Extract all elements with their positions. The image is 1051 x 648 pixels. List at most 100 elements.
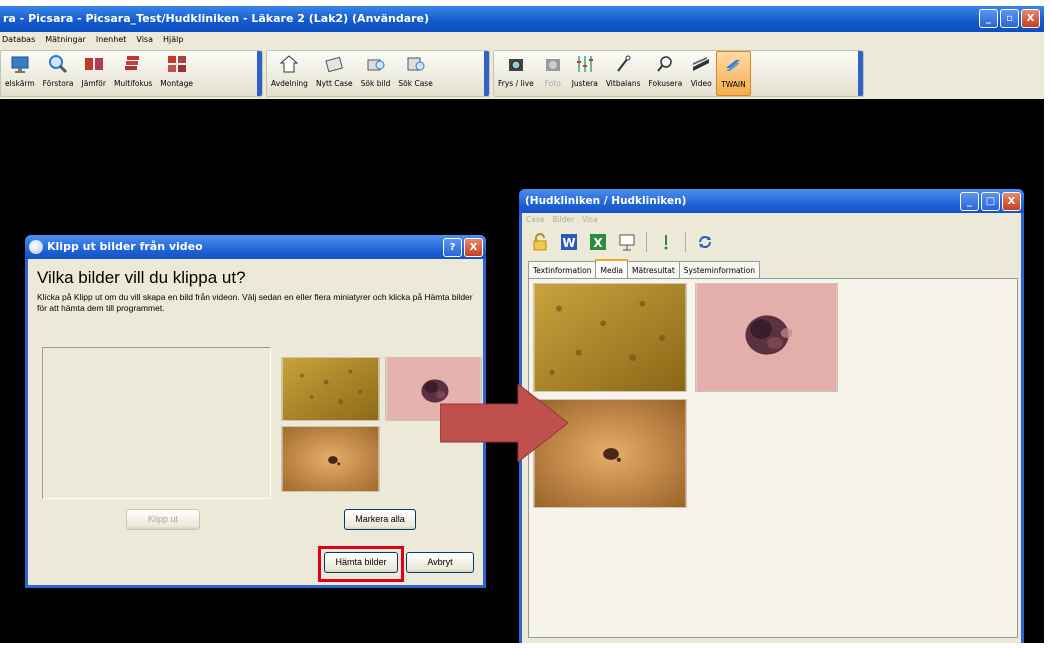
toolbar-group-case: Avdelning Nytt Case Sök bild Sök Case xyxy=(266,50,490,97)
case-window-title: (Hudkliniken / Hudkliniken) xyxy=(525,195,687,207)
new-case-button[interactable]: Nytt Case xyxy=(312,51,357,96)
video-label: Video xyxy=(690,79,712,88)
twain-button[interactable]: TWAIN xyxy=(716,51,751,96)
photo-label: Foto xyxy=(544,79,561,88)
video-button[interactable]: Video xyxy=(686,51,716,96)
clip-images-dialog: Klipp ut bilder från video ? X Vilka bil… xyxy=(25,235,486,588)
close-button[interactable]: X xyxy=(1021,9,1040,28)
search-image-button[interactable]: Sök bild xyxy=(357,51,395,96)
search-image-icon xyxy=(367,59,384,71)
dialog-titlebar: Klipp ut bilder från video ? X xyxy=(25,235,486,259)
tab-matresultat[interactable]: Mätresultat xyxy=(627,261,680,278)
menu-matningar[interactable]: Mätningar xyxy=(45,32,86,47)
menu-inenhet[interactable]: Inenhet xyxy=(96,32,127,47)
thumbnail-skin-1[interactable] xyxy=(281,357,380,421)
main-titlebar: ra - Picsara - Picsara_Test/Hudkliniken … xyxy=(0,6,1044,32)
case-window-menu: Case Bilder Visa xyxy=(526,215,598,224)
focus-button[interactable]: Fokusera xyxy=(645,51,687,96)
case-menu-bilder[interactable]: Bilder xyxy=(552,215,574,224)
compare-icon xyxy=(84,58,103,70)
tab-media[interactable]: Media xyxy=(595,259,628,278)
compare-label: Jämför xyxy=(81,79,106,88)
toolbar-grip[interactable] xyxy=(257,51,262,96)
toolbar-group-view: elskärm Förstora Jämför Multifokus Monta… xyxy=(0,50,263,97)
dialog-close-button[interactable]: X xyxy=(464,238,483,257)
dialog-heading: Vilka bilder vill du klippa ut? xyxy=(37,268,246,287)
fullscreen-label: elskärm xyxy=(5,79,35,88)
case-close-button[interactable]: X xyxy=(1002,192,1021,211)
select-all-button[interactable]: Markera alla xyxy=(344,509,416,530)
new-case-icon xyxy=(325,56,344,73)
new-case-label: Nytt Case xyxy=(315,79,353,88)
department-icon xyxy=(280,55,299,73)
word-icon[interactable]: W xyxy=(559,232,579,252)
case-tabs: Textinformation Media Mätresultat System… xyxy=(528,259,761,278)
toolbar-grip[interactable] xyxy=(484,51,489,96)
white-balance-icon xyxy=(617,55,631,72)
department-label: Avdelning xyxy=(271,79,308,88)
freeze-camera-icon xyxy=(508,59,523,71)
case-menu-visa[interactable]: Visa xyxy=(582,215,598,224)
montage-label: Montage xyxy=(160,79,194,88)
media-image-skin-1[interactable] xyxy=(533,283,687,392)
fullscreen-button[interactable]: elskärm xyxy=(1,51,39,96)
toolbar-group-camera: Frys / live Foto Justera Vitbalans Fokus… xyxy=(493,50,864,97)
toolbar-separator xyxy=(685,232,686,252)
lock-icon[interactable] xyxy=(530,232,550,252)
freeze-live-button[interactable]: Frys / live xyxy=(494,51,538,96)
case-maximize-button[interactable]: □ xyxy=(981,192,1000,211)
compare-button[interactable]: Jämför xyxy=(78,51,110,96)
toolbar-separator xyxy=(646,232,647,252)
main-menubar: Databas Mätningar Inenhet Visa Hjälp xyxy=(0,32,1044,47)
photo-button[interactable]: Foto xyxy=(538,51,568,96)
fetch-images-button[interactable]: Hämta bilder xyxy=(324,552,398,573)
menu-visa[interactable]: Visa xyxy=(136,32,153,47)
case-window-controls: _ □ X xyxy=(960,192,1021,211)
menu-hjalp[interactable]: Hjälp xyxy=(163,32,183,47)
zoom-button[interactable]: Förstora xyxy=(39,51,78,96)
search-case-button[interactable]: Sök Case xyxy=(394,51,436,96)
montage-button[interactable]: Montage xyxy=(156,51,197,96)
photo-camera-icon xyxy=(545,59,560,71)
dialog-instructions: Klicka på Klipp ut om du vill skapa en b… xyxy=(37,292,473,313)
montage-icon xyxy=(167,56,186,72)
case-window-toolbar: W X xyxy=(530,229,715,255)
help-button[interactable]: ? xyxy=(443,238,462,257)
transfer-arrow xyxy=(440,384,568,462)
cancel-button[interactable]: Avbryt xyxy=(406,552,474,573)
adjust-button[interactable]: Justera xyxy=(568,51,602,96)
exclamation-icon[interactable] xyxy=(656,232,676,252)
maximize-button[interactable]: ▫ xyxy=(1000,9,1019,28)
media-image-lesion[interactable] xyxy=(695,283,838,392)
tab-textinformation[interactable]: Textinformation xyxy=(528,261,597,278)
minimize-button[interactable]: _ xyxy=(979,9,998,28)
focus-icon xyxy=(657,56,673,72)
case-minimize-button[interactable]: _ xyxy=(960,192,979,211)
excel-icon[interactable]: X xyxy=(588,232,608,252)
case-window: (Hudkliniken / Hudkliniken) _ □ X Case B… xyxy=(519,189,1024,643)
video-icon xyxy=(693,57,710,71)
tab-systeminformation[interactable]: Systeminformation xyxy=(678,261,761,278)
multifocus-icon xyxy=(125,56,140,70)
thumbnail-skin-2[interactable] xyxy=(281,426,380,492)
focus-label: Fokusera xyxy=(648,79,683,88)
app-logo-icon xyxy=(29,240,43,254)
search-case-label: Sök Case xyxy=(398,79,433,88)
presentation-icon[interactable] xyxy=(617,232,637,252)
dialog-title-controls: ? X xyxy=(443,238,483,257)
menu-databas[interactable]: Databas xyxy=(2,32,35,47)
case-menu-case[interactable]: Case xyxy=(526,215,544,224)
picsara-app: ra - Picsara - Picsara_Test/Hudkliniken … xyxy=(0,6,1044,643)
case-window-titlebar: (Hudkliniken / Hudkliniken) _ □ X xyxy=(519,189,1024,213)
multifocus-button[interactable]: Multifokus xyxy=(110,51,156,96)
toolbar-grip[interactable] xyxy=(858,51,863,96)
white-balance-button[interactable]: Vitbalans xyxy=(602,51,645,96)
search-image-label: Sök bild xyxy=(360,79,391,88)
magnifier-icon xyxy=(49,55,68,74)
refresh-icon[interactable] xyxy=(695,232,715,252)
department-button[interactable]: Avdelning xyxy=(267,51,312,96)
multifocus-label: Multifokus xyxy=(113,79,153,88)
twain-label: TWAIN xyxy=(721,80,746,89)
main-toolbar: elskärm Förstora Jämför Multifokus Monta… xyxy=(0,47,1044,99)
cut-button[interactable]: Klipp ut xyxy=(126,509,200,530)
